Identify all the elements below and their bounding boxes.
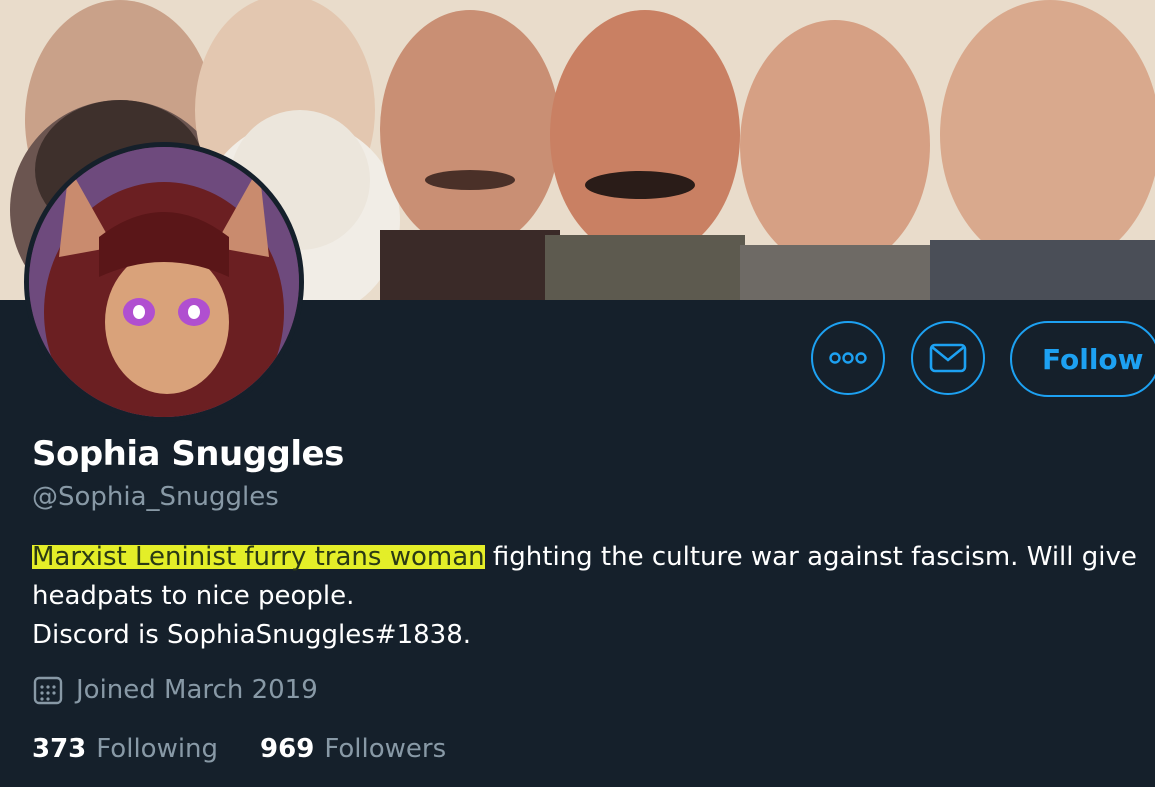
following-count: 373 [32,734,87,764]
followers-label: Followers [324,734,447,764]
profile-avatar[interactable] [24,142,304,422]
profile-bio: Marxist Leninist furry trans woman fight… [32,538,1147,655]
avatar-image [29,147,299,417]
bio-line-3: Discord is SophiaSnuggles#1838. [32,620,472,650]
following-label: Following [96,734,219,764]
calendar-icon [33,676,63,705]
display-name: Sophia Snuggles [32,434,344,474]
profile-stats: 373 Following 969 Followers [32,734,446,764]
user-handle: @Sophia_Snuggles [32,482,279,512]
more-icon [829,352,867,364]
envelope-icon [929,343,967,373]
following-link[interactable]: 373 Following [32,734,218,764]
bio-line-2: headpats to nice people. [32,581,355,611]
joined-date: Joined March 2019 [32,674,318,706]
bio-text: fighting the culture war against fascism… [484,542,1137,572]
message-button[interactable] [911,321,985,395]
joined-text: Joined March 2019 [76,675,318,705]
follow-button[interactable]: Follow [1010,321,1155,397]
bio-highlight: Marxist Leninist furry trans woman [32,542,485,572]
more-button[interactable] [811,321,885,395]
followers-link[interactable]: 969 Followers [260,734,446,764]
followers-count: 969 [260,734,315,764]
